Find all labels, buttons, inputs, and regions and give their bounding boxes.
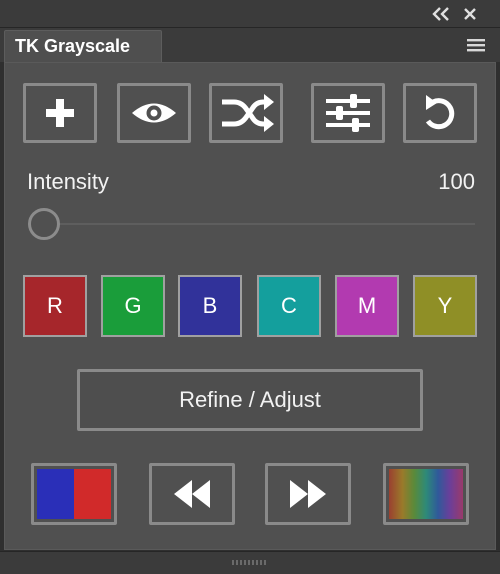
spectrum-icon (389, 469, 463, 519)
tab-strip: TK Grayscale (0, 28, 500, 62)
grayscale-panel: Intensity 100 R G B C M Y Refine / Adjus… (4, 62, 496, 550)
close-icon (464, 8, 476, 20)
shuffle-icon (222, 94, 274, 132)
tab-tk-grayscale[interactable]: TK Grayscale (4, 30, 162, 62)
randomize-button[interactable] (209, 83, 283, 143)
double-chevron-left-icon (432, 7, 449, 21)
adjustments-button[interactable] (311, 83, 385, 143)
undo-icon (425, 95, 455, 130)
add-button[interactable] (23, 83, 97, 143)
plus-icon (46, 99, 74, 127)
panel-title-bar (0, 0, 500, 28)
eye-icon (132, 103, 176, 123)
blue-red-swatch (37, 469, 111, 519)
sliders-icon (326, 94, 370, 132)
panel-footer (0, 551, 500, 574)
swatch-blue (37, 469, 74, 519)
channel-blue-button[interactable]: B (178, 275, 242, 337)
tab-label: TK Grayscale (15, 36, 131, 56)
refine-adjust-button[interactable]: Refine / Adjust (77, 369, 423, 431)
channel-magenta-button[interactable]: M (335, 275, 399, 337)
channel-green-button[interactable]: G (101, 275, 165, 337)
intensity-value: 100 (438, 169, 475, 194)
color-swatch-button[interactable] (31, 463, 117, 525)
close-panel-button[interactable] (460, 4, 480, 24)
intensity-label: Intensity (27, 169, 109, 194)
reset-button[interactable] (403, 83, 477, 143)
fast-forward-icon (290, 480, 326, 508)
intensity-slider-thumb[interactable] (28, 208, 60, 240)
hamburger-menu-icon (467, 39, 485, 52)
channel-cyan-button[interactable]: C (257, 275, 321, 337)
resize-grip[interactable] (232, 560, 268, 565)
spectrum-button[interactable] (383, 463, 469, 525)
channel-yellow-button[interactable]: Y (413, 275, 477, 337)
next-preset-button[interactable] (265, 463, 351, 525)
preview-button[interactable] (117, 83, 191, 143)
panel-menu-button[interactable] (465, 38, 487, 54)
swatch-red (74, 469, 111, 519)
collapse-panel-button[interactable] (431, 5, 451, 23)
channel-red-button[interactable]: R (23, 275, 87, 337)
rewind-icon (174, 480, 210, 508)
intensity-slider-track[interactable] (47, 223, 475, 225)
previous-preset-button[interactable] (149, 463, 235, 525)
